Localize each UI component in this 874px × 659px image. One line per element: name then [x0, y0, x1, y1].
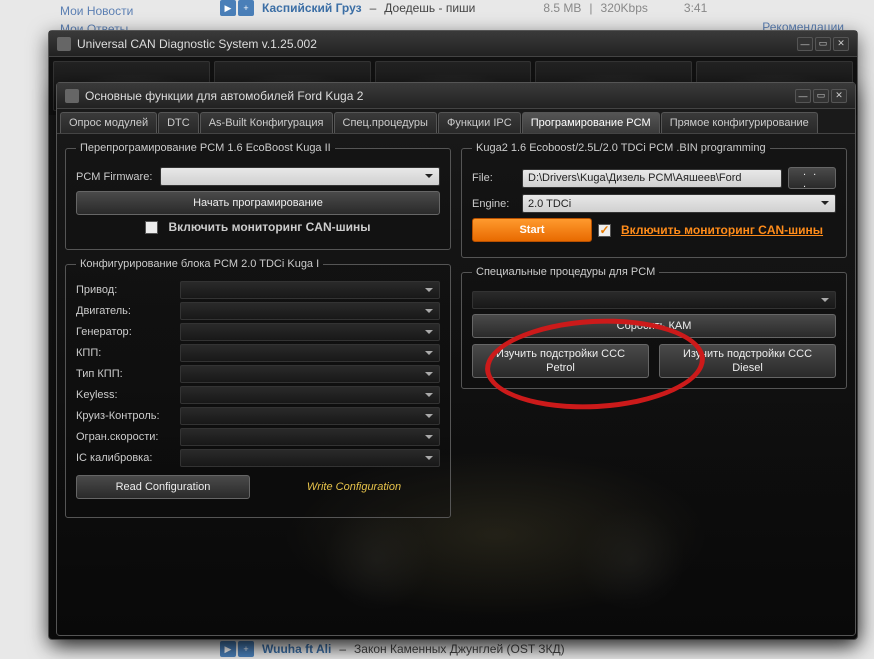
cfg-kpptype-label: Тип КПП [76, 368, 174, 380]
win2-title: Основные функции для автомобилей Ford Ku… [85, 89, 795, 103]
track2-title[interactable]: Закон Каменных Джунглей (OST ЗКД) [354, 642, 565, 656]
cfg-ic-dd[interactable] [180, 449, 440, 467]
minimize-button[interactable]: — [795, 89, 811, 103]
cfg-gen-dd[interactable] [180, 323, 440, 341]
track1-size: 8.5 MB [543, 1, 581, 15]
panel4-legend: Специальные процедуры для PCM [472, 266, 659, 278]
bg-track-1: ▶+ Каспийский Груз – Доедешь - пиши 8.5 … [220, 0, 707, 16]
browse-button[interactable]: . . . [788, 167, 836, 189]
panel3-legend: Конфигурирование блока PCM 2.0 TDCi Kuga… [76, 258, 323, 270]
cfg-cruise-label: Круиз-Контроль [76, 410, 174, 422]
minimize-button[interactable]: — [797, 37, 813, 51]
cfg-kpp-label: КПП [76, 347, 174, 359]
engine-label: Engine [472, 198, 516, 210]
panel-pcm-config: Конфигурирование блока PCM 2.0 TDCi Kuga… [65, 258, 451, 518]
can-monitor-checkbox-right[interactable] [598, 224, 611, 237]
track1-br: 320Kbps [601, 1, 648, 15]
tab-dtc[interactable]: DTC [158, 112, 199, 133]
ccc-diesel-button[interactable]: Изучить подстройки CCC Diesel [659, 344, 836, 378]
track1-len: 3:41 [684, 1, 707, 15]
cfg-engine-dd[interactable] [180, 302, 440, 320]
window-kuga2: Основные функции для автомобилей Ford Ku… [56, 82, 856, 636]
panel-reprogram-pcm: Перепрограмирование PCM 1.6 EcoBoost Kug… [65, 142, 451, 250]
track1-artist[interactable]: Каспийский Груз [262, 1, 362, 15]
add-icon[interactable]: + [238, 0, 254, 16]
tab-bar: Опрос модулей DTC As-Built Конфигурация … [57, 109, 855, 134]
cfg-drive-dd[interactable] [180, 281, 440, 299]
read-config-button[interactable]: Read Configuration [76, 475, 250, 499]
app-icon [57, 37, 71, 51]
ccc-petrol-button[interactable]: Изучить подстройки CCC Petrol [472, 344, 649, 378]
tab-pcm-programming[interactable]: Програмирование PCM [522, 112, 660, 133]
cfg-drive-label: Привод [76, 284, 174, 296]
can-monitor-label-left: Включить мониторинг CAN-шины [168, 220, 370, 234]
track2-artist[interactable]: Wuuha ft Ali [262, 642, 331, 656]
track1-title[interactable]: Доедешь - пиши [384, 1, 475, 15]
procedure-dropdown[interactable] [472, 291, 836, 309]
cfg-engine-label: Двигатель [76, 305, 174, 317]
close-button[interactable]: ✕ [833, 37, 849, 51]
maximize-button[interactable]: ▭ [813, 89, 829, 103]
start-bin-button[interactable]: Start [472, 218, 592, 242]
engine-dropdown[interactable]: 2.0 TDCi [522, 194, 836, 213]
firmware-label: PCM Firmware [76, 171, 154, 183]
cfg-keyless-dd[interactable] [180, 386, 440, 404]
play-icon[interactable]: ▶ [220, 0, 236, 16]
cfg-cruise-dd[interactable] [180, 407, 440, 425]
can-monitor-label-right: Включить мониторинг CAN-шины [621, 223, 823, 237]
panel2-legend: Kuga2 1.6 Ecoboost/2.5L/2.0 TDCi PCM .BI… [472, 142, 770, 154]
add-icon[interactable]: + [238, 641, 254, 657]
cfg-kpptype-dd[interactable] [180, 365, 440, 383]
panel-bin-programming: Kuga2 1.6 Ecoboost/2.5L/2.0 TDCi PCM .BI… [461, 142, 847, 258]
bg-link-news[interactable]: Мои Новости [60, 4, 133, 18]
panel1-legend: Перепрограмирование PCM 1.6 EcoBoost Kug… [76, 142, 335, 154]
file-label: File [472, 172, 516, 184]
start-programming-button[interactable]: Начать програмирование [76, 191, 440, 215]
tab-modules[interactable]: Опрос модулей [60, 112, 157, 133]
cfg-kpp-dd[interactable] [180, 344, 440, 362]
cfg-keyless-label: Keyless [76, 389, 174, 401]
close-button[interactable]: ✕ [831, 89, 847, 103]
bg-track-2: ▶+ Wuuha ft Ali – Закон Каменных Джунгле… [220, 641, 565, 657]
cfg-ic-label: IC калибровка [76, 452, 174, 464]
tab-ipc[interactable]: Функции IPC [438, 112, 521, 133]
tab-asbuilt[interactable]: As-Built Конфигурация [200, 112, 333, 133]
tab-spec[interactable]: Спец.процедуры [334, 112, 437, 133]
can-monitor-checkbox-left[interactable] [145, 221, 158, 234]
panel-pcm-procedures: Специальные процедуры для PCM Сбросить К… [461, 266, 847, 389]
cfg-gen-label: Генератор [76, 326, 174, 338]
app-icon [65, 89, 79, 103]
tab-direct-config[interactable]: Прямое конфигурирование [661, 112, 818, 133]
maximize-button[interactable]: ▭ [815, 37, 831, 51]
play-icon[interactable]: ▶ [220, 641, 236, 657]
cfg-speedlim-dd[interactable] [180, 428, 440, 446]
file-input[interactable]: D:\Drivers\Kuga\Дизель PCM\Аяшеев\Ford [522, 169, 782, 188]
cfg-speedlim-label: Огран.скорости [76, 431, 174, 443]
firmware-dropdown[interactable] [160, 167, 440, 186]
reset-kam-button[interactable]: Сбросить КАМ [472, 314, 836, 338]
win1-title: Universal CAN Diagnostic System v.1.25.0… [77, 37, 797, 51]
write-config-button[interactable]: Write Configuration [268, 475, 440, 499]
